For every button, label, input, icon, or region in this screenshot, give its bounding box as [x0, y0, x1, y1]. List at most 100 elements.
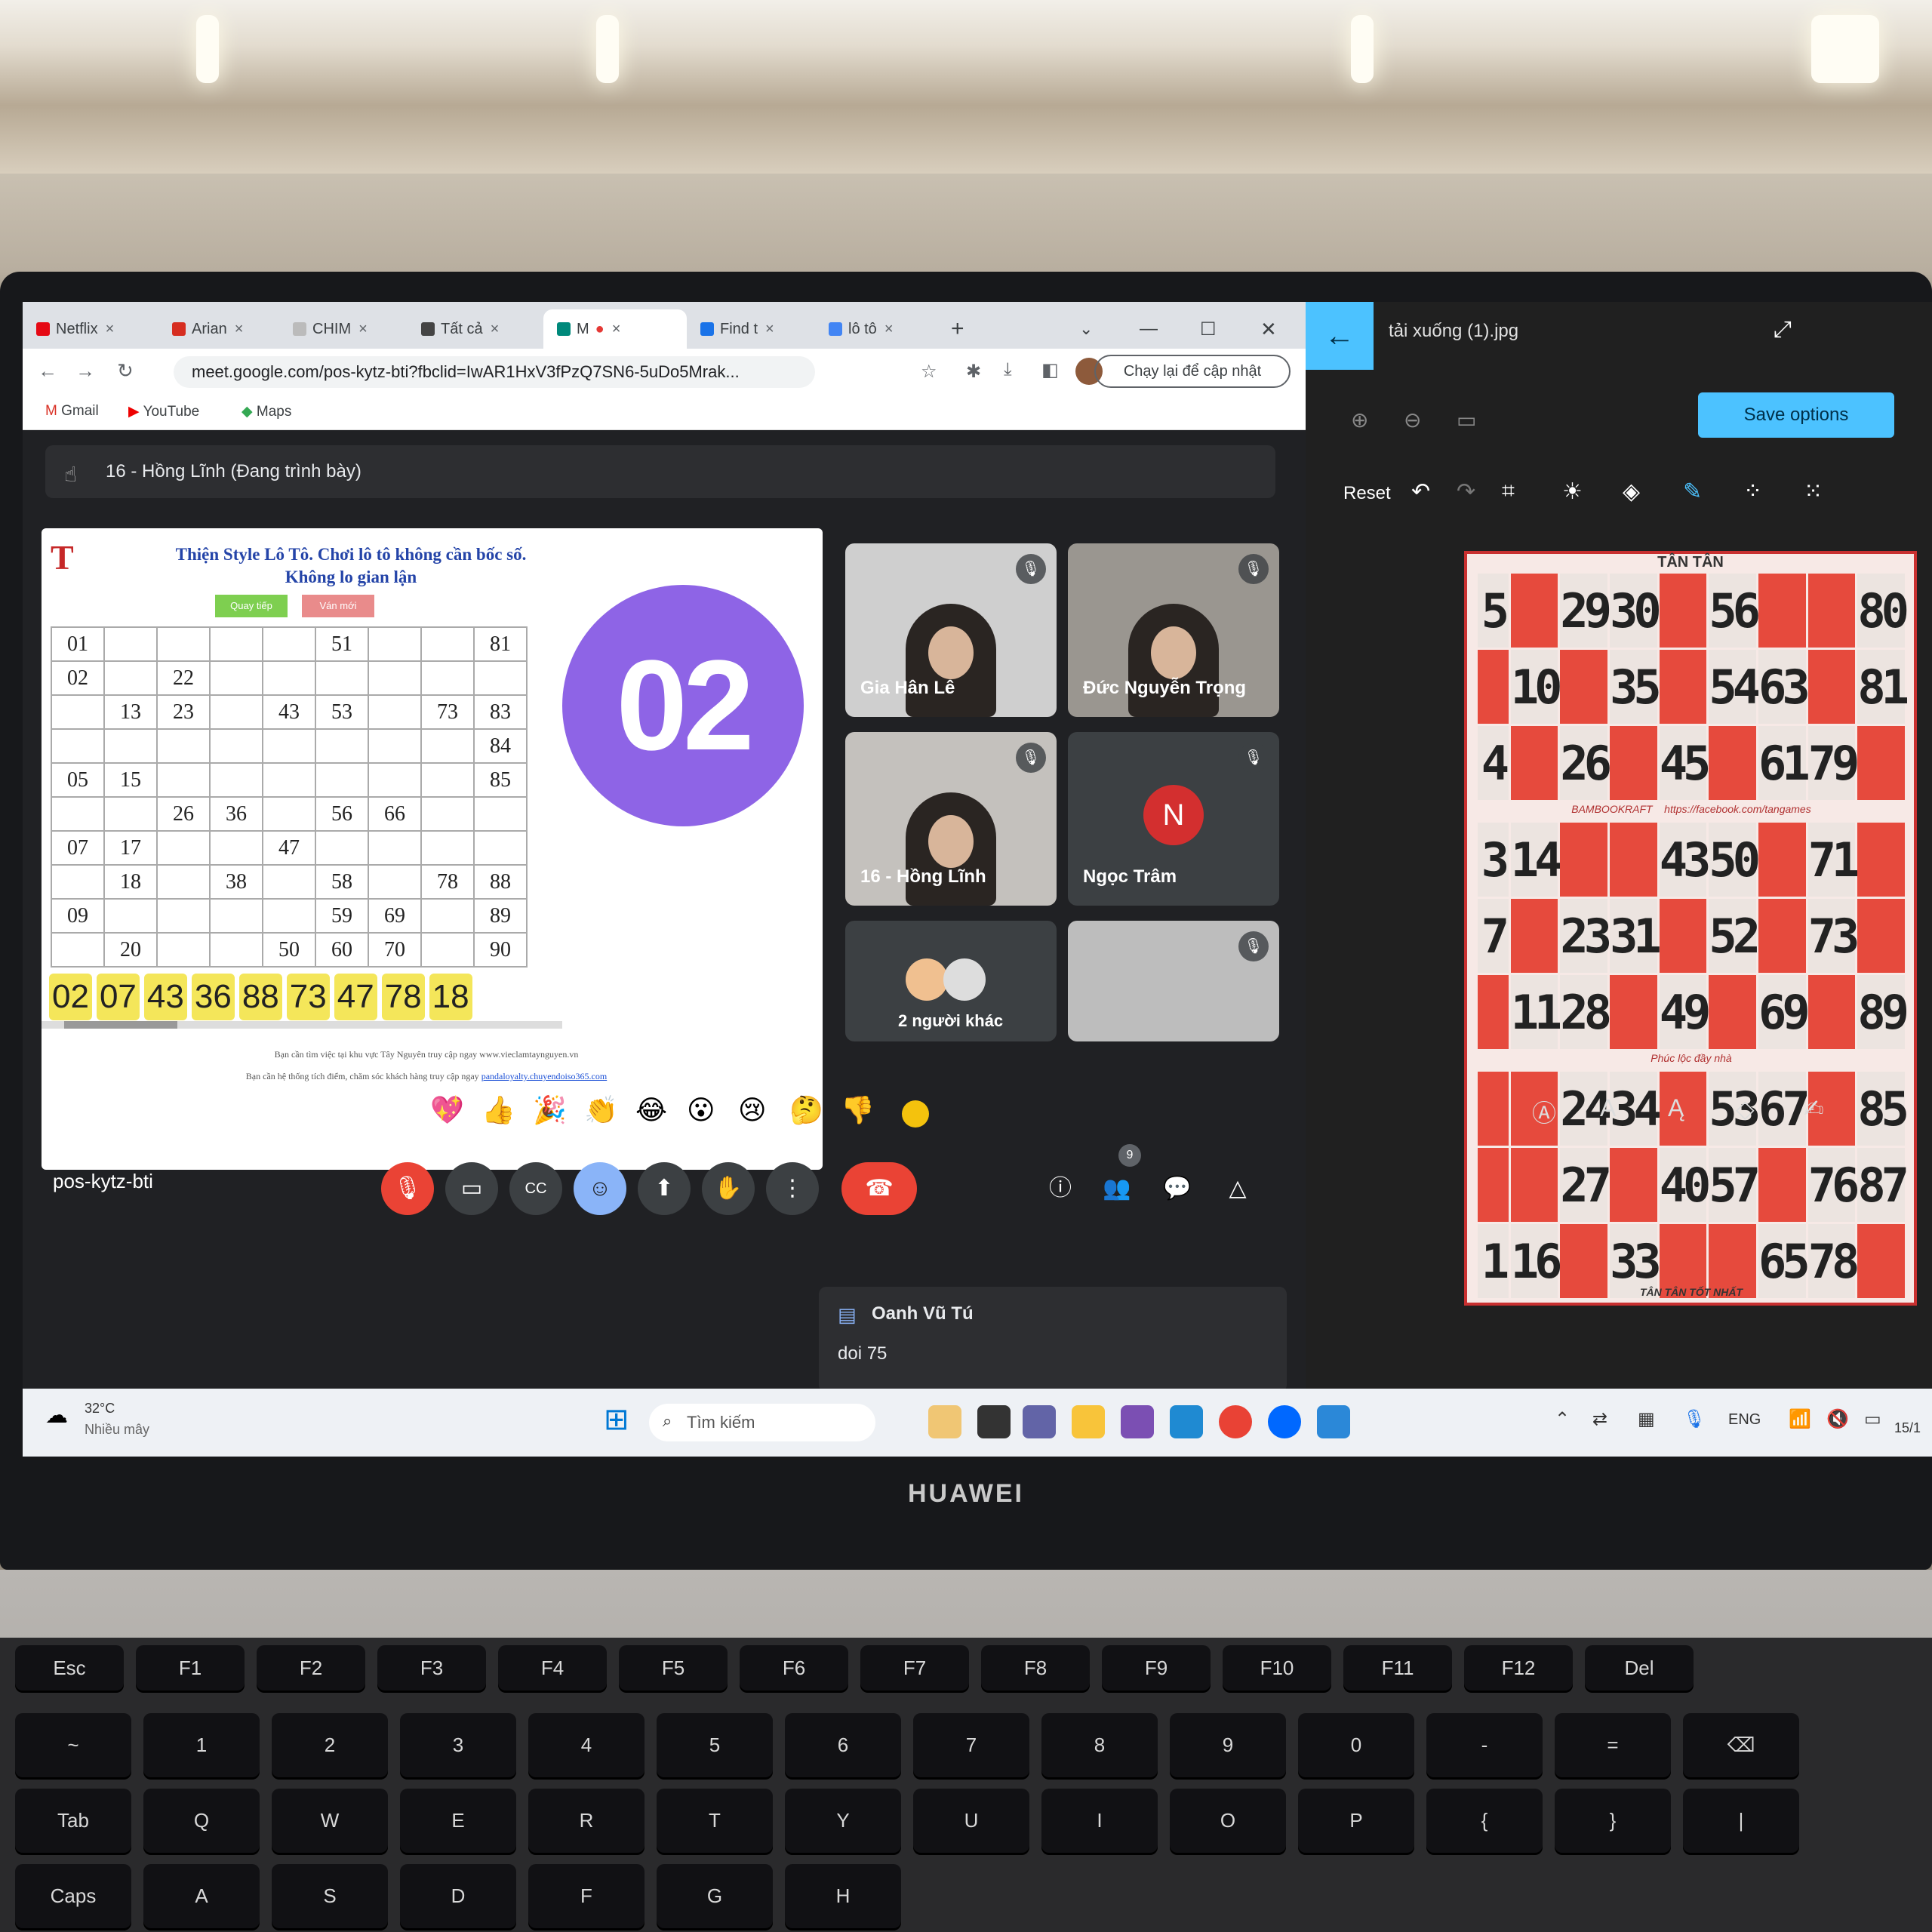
- key-4[interactable]: 4: [528, 1713, 645, 1777]
- key-[interactable]: =: [1555, 1713, 1671, 1777]
- extensions-icon[interactable]: ✱: [966, 361, 981, 383]
- key-f7[interactable]: F7: [860, 1645, 969, 1690]
- reaction-thinking[interactable]: 🤔: [789, 1094, 823, 1126]
- touch-writing-icon[interactable]: ✍: [1804, 1094, 1824, 1123]
- highlighter-icon[interactable]: Ą: [1668, 1094, 1684, 1122]
- adjust-icon[interactable]: ☀: [1562, 478, 1583, 505]
- close-icon[interactable]: ×: [765, 321, 774, 338]
- tab-tat-ca[interactable]: Tất cả ×: [408, 309, 536, 349]
- photos-icon[interactable]: [1317, 1405, 1350, 1438]
- key-w[interactable]: W: [272, 1789, 388, 1853]
- key-r[interactable]: R: [528, 1789, 645, 1853]
- key-tab[interactable]: Tab: [15, 1789, 131, 1853]
- zalo-icon[interactable]: [1268, 1405, 1301, 1438]
- key-f6[interactable]: F6: [740, 1645, 848, 1690]
- expand-icon[interactable]: ⤢: [1774, 317, 1792, 343]
- reaction-clap[interactable]: 👏: [584, 1094, 618, 1126]
- effects-icon[interactable]: ⁙: [1804, 478, 1823, 505]
- camera-toggle-button[interactable]: ▭: [445, 1162, 498, 1215]
- chat-icon[interactable]: 💬: [1151, 1162, 1204, 1215]
- key-q[interactable]: Q: [143, 1789, 260, 1853]
- key-caps[interactable]: Caps: [15, 1864, 131, 1928]
- key-f10[interactable]: F10: [1223, 1645, 1331, 1690]
- url-input[interactable]: meet.google.com/pos-kytz-bti?fbclid=IwAR…: [174, 356, 815, 388]
- maximize-button[interactable]: ☐: [1200, 309, 1217, 349]
- close-icon[interactable]: ×: [358, 321, 368, 338]
- weather-icon[interactable]: ☁: [45, 1402, 68, 1429]
- key-6[interactable]: 6: [785, 1713, 901, 1777]
- key-9[interactable]: 9: [1170, 1713, 1286, 1777]
- key-o[interactable]: O: [1170, 1789, 1286, 1853]
- taskbar-search[interactable]: Tìm kiếm: [649, 1404, 875, 1441]
- key-[interactable]: ⌫: [1683, 1713, 1799, 1777]
- download-icon[interactable]: ⤓: [1004, 359, 1012, 380]
- more-options-button[interactable]: ⋮: [766, 1162, 819, 1215]
- participant-tile[interactable]: N 🎙 Ngọc Trâm: [1068, 732, 1279, 906]
- close-icon[interactable]: ×: [491, 321, 500, 338]
- key-u[interactable]: U: [913, 1789, 1029, 1853]
- filter-icon[interactable]: ◈: [1623, 478, 1640, 505]
- reaction-thumbs-up[interactable]: 👍: [481, 1094, 515, 1126]
- visual-studio-icon[interactable]: [1121, 1405, 1154, 1438]
- language-indicator[interactable]: ENG: [1728, 1411, 1761, 1429]
- key-7[interactable]: 7: [913, 1713, 1029, 1777]
- relaunch-update-button[interactable]: Chạy lại để cập nhật: [1094, 355, 1291, 388]
- settings-toggle-icon[interactable]: ⇄: [1592, 1408, 1607, 1430]
- key-1[interactable]: 1: [143, 1713, 260, 1777]
- pencil-icon[interactable]: A: [1600, 1094, 1616, 1122]
- back-button[interactable]: ←: [1306, 302, 1374, 370]
- key-a[interactable]: A: [143, 1864, 260, 1928]
- new-tab-button[interactable]: +: [951, 309, 964, 349]
- vscode-icon[interactable]: [1170, 1405, 1203, 1438]
- bookmark-gmail[interactable]: M Gmail: [45, 403, 99, 420]
- reset-button[interactable]: Reset: [1343, 483, 1391, 504]
- key-d[interactable]: D: [400, 1864, 516, 1928]
- eraser-icon[interactable]: ◇: [1736, 1094, 1755, 1123]
- ballpoint-pen-icon[interactable]: Ⓐ: [1532, 1094, 1556, 1129]
- key-[interactable]: -: [1426, 1713, 1543, 1777]
- tab-find[interactable]: Find t ×: [687, 309, 815, 349]
- key-f3[interactable]: F3: [377, 1645, 486, 1690]
- teams-icon[interactable]: [1023, 1405, 1056, 1438]
- reaction-laugh[interactable]: 😂: [635, 1094, 667, 1126]
- reaction-sad[interactable]: 😢: [738, 1094, 767, 1126]
- reaction-thumbs-down[interactable]: 👎: [841, 1094, 875, 1126]
- key-f11[interactable]: F11: [1343, 1645, 1452, 1690]
- key-f1[interactable]: F1: [136, 1645, 245, 1690]
- key-0[interactable]: 0: [1298, 1713, 1414, 1777]
- close-window-button[interactable]: ✕: [1260, 309, 1277, 349]
- key-8[interactable]: 8: [1041, 1713, 1158, 1777]
- side-panel-icon[interactable]: ◧: [1041, 359, 1059, 381]
- key-[interactable]: |: [1683, 1789, 1799, 1853]
- markup-icon[interactable]: ✎: [1683, 478, 1702, 505]
- key-f5[interactable]: F5: [619, 1645, 728, 1690]
- key-[interactable]: ~: [15, 1713, 131, 1777]
- tab-arian[interactable]: Arian ×: [158, 309, 279, 349]
- tab-chim[interactable]: CHIM ×: [279, 309, 408, 349]
- reload-icon[interactable]: ↻: [117, 359, 134, 383]
- tab-lo-to[interactable]: lô tô ×: [815, 309, 943, 349]
- mic-toggle-button[interactable]: 🎙: [381, 1162, 434, 1215]
- key-f2[interactable]: F2: [257, 1645, 365, 1690]
- key-f[interactable]: F: [528, 1864, 645, 1928]
- key-f4[interactable]: F4: [498, 1645, 607, 1690]
- meet-indicator-icon[interactable]: ▦: [1638, 1408, 1655, 1430]
- key-g[interactable]: G: [657, 1864, 773, 1928]
- back-icon[interactable]: ←: [38, 359, 57, 383]
- battery-icon[interactable]: ▭: [1864, 1408, 1881, 1430]
- undo-icon[interactable]: ↶: [1411, 478, 1430, 505]
- key-[interactable]: {: [1426, 1789, 1543, 1853]
- footer-link[interactable]: pandaloyalty.chuyendoiso365.com: [481, 1071, 608, 1081]
- scrollbar[interactable]: [42, 1021, 562, 1029]
- skin-tone-icon[interactable]: [902, 1100, 929, 1128]
- leave-call-button[interactable]: ☎: [841, 1162, 917, 1215]
- participant-tile[interactable]: 🎙 Đức Nguyễn Trọng: [1068, 543, 1279, 717]
- participant-tile[interactable]: 🎙: [1068, 921, 1279, 1041]
- reaction-surprised[interactable]: 😮: [687, 1094, 715, 1126]
- close-icon[interactable]: ×: [106, 321, 115, 338]
- key-2[interactable]: 2: [272, 1713, 388, 1777]
- present-button[interactable]: ⬆: [638, 1162, 691, 1215]
- chrome-icon[interactable]: [1219, 1405, 1252, 1438]
- others-tile[interactable]: 2 người khác: [845, 921, 1057, 1041]
- participant-tile[interactable]: 🎙 16 - Hồng Lĩnh: [845, 732, 1057, 906]
